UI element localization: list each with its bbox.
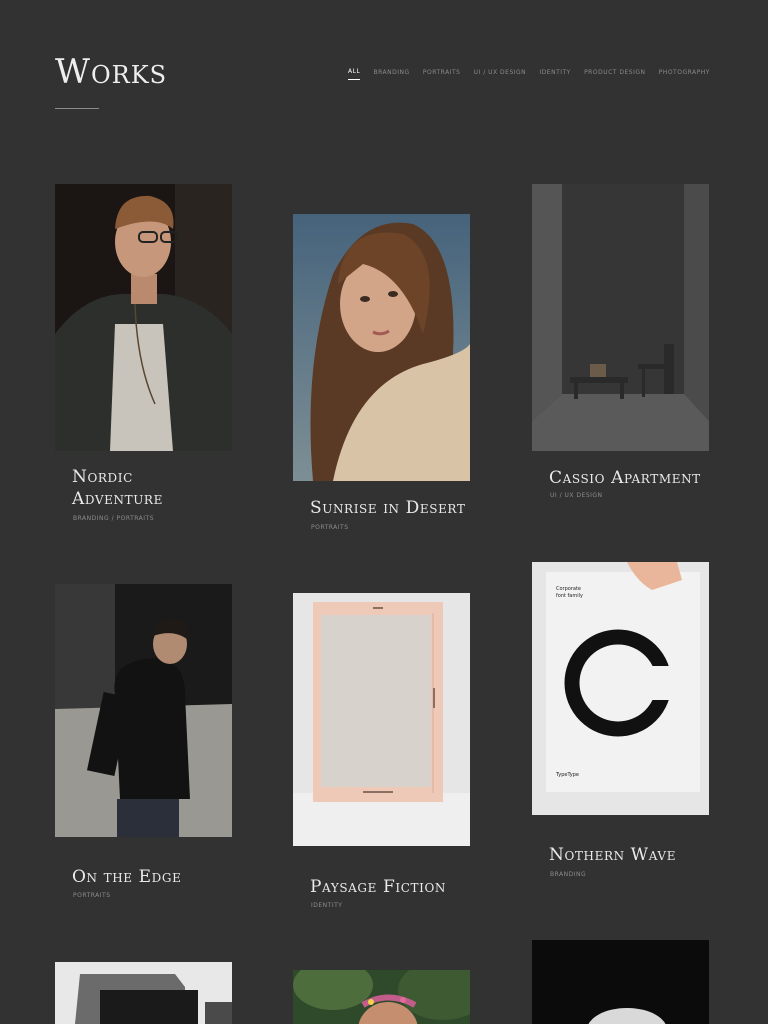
work-card-partial[interactable] xyxy=(532,940,709,1024)
work-card-on-the-edge[interactable]: On the Edge Portraits xyxy=(55,584,232,904)
portfolio-filter-nav: All Branding Portraits UI / UX Design Id… xyxy=(348,68,710,80)
work-title[interactable]: Nordic Adventure xyxy=(72,466,163,510)
work-card-sunrise-in-desert[interactable]: Sunrise in Desert Portraits xyxy=(293,214,470,534)
work-card-partial[interactable] xyxy=(55,962,232,1024)
work-card-cassio-apartment[interactable]: Cassio Apartment UI / UX Design xyxy=(532,184,709,504)
work-title-line1: Nordic xyxy=(72,467,133,487)
work-thumbnail[interactable]: Corporate font family TypeType xyxy=(532,562,709,815)
work-category: Portraits xyxy=(73,892,111,899)
work-thumbnail[interactable] xyxy=(532,184,709,451)
filter-all[interactable]: All xyxy=(348,68,361,80)
work-title[interactable]: Nothern Wave xyxy=(549,844,676,866)
work-thumbnail[interactable] xyxy=(55,184,232,451)
poster-subtitle: Corporate font family xyxy=(556,586,583,600)
work-thumbnail[interactable] xyxy=(293,593,470,846)
work-card-nordic-adventure[interactable]: Nordic Adventure Branding / Portraits xyxy=(55,184,232,534)
portrait-man-glasses-image xyxy=(55,184,232,451)
poster-brand: TypeType xyxy=(556,772,579,778)
work-title[interactable]: Paysage Fiction xyxy=(310,876,446,898)
notebook-mockup-image xyxy=(293,593,470,846)
work-category: Identity xyxy=(311,902,343,909)
filter-product-design[interactable]: Product Design xyxy=(584,69,645,80)
filter-identity[interactable]: Identity xyxy=(539,69,570,80)
filter-branding[interactable]: Branding xyxy=(374,69,410,80)
filter-ui-ux-design[interactable]: UI / UX Design xyxy=(474,69,527,80)
portrait-flower-crown-image xyxy=(293,970,470,1024)
work-thumbnail[interactable] xyxy=(293,214,470,481)
title-divider xyxy=(55,108,99,109)
work-card-partial[interactable] xyxy=(293,970,470,1024)
portrait-woman-desert-image xyxy=(293,214,470,481)
man-walking-image xyxy=(55,584,232,837)
work-category: Branding / Portraits xyxy=(73,515,155,522)
work-title[interactable]: Sunrise in Desert xyxy=(310,497,465,519)
work-title[interactable]: On the Edge xyxy=(72,866,181,888)
work-category: Portraits xyxy=(311,524,349,531)
work-card-paysage-fiction[interactable]: Paysage Fiction Identity xyxy=(293,593,470,913)
filter-portraits[interactable]: Portraits xyxy=(423,69,461,80)
poster-line2: font family xyxy=(556,593,583,599)
product-photo-image xyxy=(55,962,232,1024)
work-category: Branding xyxy=(550,871,587,878)
poster-line1: Corporate xyxy=(556,586,581,592)
work-title[interactable]: Cassio Apartment xyxy=(549,467,701,489)
work-card-nothern-wave[interactable]: Corporate font family TypeType Nothern W… xyxy=(532,562,709,882)
work-title-line2: Adventure xyxy=(72,489,163,509)
filter-photography[interactable]: Photography xyxy=(659,69,710,80)
work-category: UI / UX Design xyxy=(550,492,603,499)
work-thumbnail[interactable] xyxy=(55,584,232,837)
minimal-interior-image xyxy=(532,184,709,451)
dark-object-image xyxy=(532,940,709,1024)
page-title: Works xyxy=(55,52,168,92)
